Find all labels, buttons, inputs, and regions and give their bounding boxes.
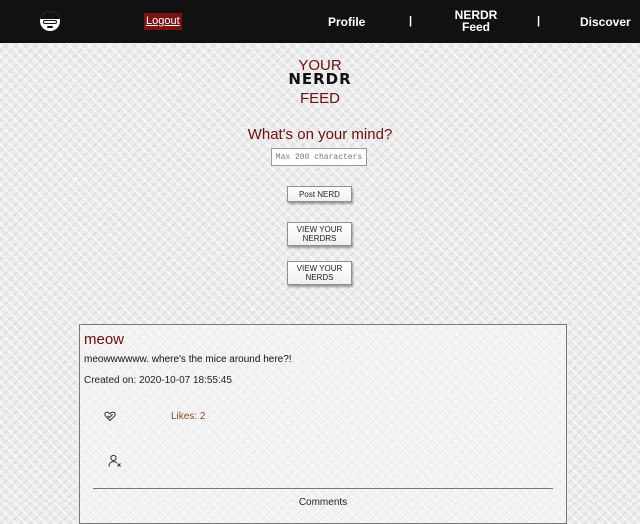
page-title-nerdr: NERDR xyxy=(288,70,352,88)
nav-feed-link[interactable]: NERDR Feed xyxy=(449,9,503,33)
nav-feed-line2: Feed xyxy=(461,20,490,34)
comments-heading: Comments xyxy=(298,497,348,508)
nerd-face-icon[interactable] xyxy=(40,11,60,31)
nav-separator: | xyxy=(537,15,541,27)
compose-prompt: What's on your mind? xyxy=(247,126,393,143)
post-nerd-button[interactable]: Post NERD xyxy=(287,186,352,202)
nav-profile-link[interactable]: Profile xyxy=(328,15,365,29)
post-divider xyxy=(93,488,553,489)
post-likes-count: Likes: 2 xyxy=(171,411,206,422)
view-nerdrs-line2: NERDRS xyxy=(302,234,337,243)
heart-check-icon[interactable] xyxy=(104,410,116,422)
page-title-feed: FEED xyxy=(299,90,340,107)
view-nerdrs-button[interactable]: VIEW YOUR NERDRS xyxy=(287,222,352,246)
view-nerds-line1: VIEW YOUR xyxy=(296,264,343,273)
view-nerds-line2: NERDS xyxy=(305,273,334,282)
nav-discover-link[interactable]: Discover xyxy=(580,15,631,29)
view-nerds-button[interactable]: VIEW YOUR NERDS xyxy=(287,261,352,285)
view-nerdrs-line1: VIEW YOUR xyxy=(296,225,343,234)
nav-separator: | xyxy=(409,15,413,27)
post-text-input[interactable] xyxy=(271,148,367,166)
post-title: meow xyxy=(84,331,125,348)
top-navbar: Logout Profile | NERDR Feed | Discover xyxy=(0,0,640,43)
remove-user-icon[interactable] xyxy=(108,454,122,468)
post-card: meow meowwwwww. where's the mice around … xyxy=(79,324,567,524)
logout-button[interactable]: Logout xyxy=(144,13,182,30)
post-created-timestamp: Created on: 2020-10-07 18:55:45 xyxy=(84,375,232,386)
post-body: meowwwwww. where's the mice around here?… xyxy=(84,354,292,365)
